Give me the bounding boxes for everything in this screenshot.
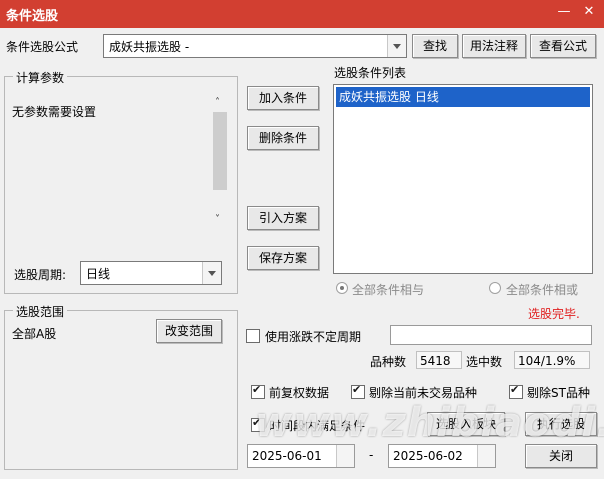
end-date-input[interactable]: 2025-06-02 (388, 444, 496, 468)
date-separator: - (369, 448, 374, 462)
view-formula-button[interactable]: 查看公式 (530, 34, 596, 58)
status-text: 选股完毕. (528, 307, 580, 321)
use-period-checkbox[interactable] (246, 329, 260, 343)
close-icon[interactable]: ✕ (580, 3, 598, 21)
usage-notes-button[interactable]: 用法注释 (462, 34, 526, 58)
formula-value: 成妖共振选股 - (109, 40, 190, 54)
calendar-dropdown-icon[interactable] (336, 445, 354, 467)
title-bar: 条件选股 — ✕ (0, 0, 604, 28)
find-button[interactable]: 查找 (412, 34, 458, 58)
use-period-label: 使用涨跌不定周期 (265, 330, 362, 344)
delete-condition-button[interactable]: 删除条件 (247, 126, 319, 150)
calendar-dropdown-icon[interactable] (477, 445, 495, 467)
formula-label: 条件选股公式 (6, 40, 79, 54)
scope-legend: 选股范围 (13, 303, 68, 320)
and-radio[interactable] (336, 282, 348, 294)
params-legend: 计算参数 (13, 69, 68, 86)
exclude-untraded-checkbox[interactable] (351, 383, 365, 399)
period-input[interactable] (390, 325, 592, 345)
condition-list-item[interactable]: 成妖共振选股 日线 (336, 87, 590, 107)
condition-stock-picker-window: 条件选股 — ✕ 条件选股公式 成妖共振选股 - 查找 用法注释 查看公式 计算… (0, 0, 604, 479)
forward-adjust-label: 前复权数据 (269, 386, 330, 400)
count-label: 品种数 (370, 355, 407, 369)
scope-value: 全部A股 (12, 327, 57, 341)
selected-label: 选中数 (466, 355, 503, 369)
and-radio-label: 全部条件相与 (352, 283, 425, 297)
import-scheme-button[interactable]: 引入方案 (247, 206, 319, 230)
formula-select[interactable]: 成妖共振选股 - (103, 34, 407, 58)
exclude-untraded-label: 剔除当前未交易品种 (369, 386, 478, 400)
start-date-input[interactable]: 2025-06-01 (247, 444, 355, 468)
condition-list[interactable]: 成妖共振选股 日线 (333, 84, 593, 274)
period-value: 日线 (86, 267, 111, 281)
or-radio-label: 全部条件相或 (506, 283, 579, 297)
params-scrollbar[interactable]: ˄ ˅ (212, 96, 228, 230)
chevron-down-icon[interactable] (387, 35, 406, 57)
exclude-st-label: 剔除ST品种 (527, 386, 590, 400)
change-scope-button[interactable]: 改变范围 (156, 319, 222, 343)
forward-adjust-checkbox[interactable] (251, 383, 265, 399)
chevron-down-icon[interactable] (202, 262, 221, 284)
save-scheme-button[interactable]: 保存方案 (247, 246, 319, 270)
period-label: 选股周期: (14, 268, 67, 282)
chevron-down-icon[interactable]: ˅ (215, 214, 220, 225)
exclude-st-checkbox[interactable] (509, 383, 523, 399)
or-radio[interactable] (489, 282, 501, 294)
watermark: www.zhibiaodi.com (255, 400, 604, 446)
add-condition-button[interactable]: 加入条件 (247, 86, 319, 110)
minimize-icon[interactable]: — (555, 3, 573, 21)
selected-value: 104/1.9% (514, 351, 590, 369)
start-date-value: 2025-06-01 (252, 449, 322, 463)
condition-list-title: 选股条件列表 (334, 66, 407, 80)
chevron-up-icon[interactable]: ˄ (215, 97, 220, 108)
scrollbar-thumb[interactable] (213, 112, 227, 190)
close-button[interactable]: 关闭 (525, 444, 597, 468)
end-date-value: 2025-06-02 (393, 449, 463, 463)
params-message: 无参数需要设置 (12, 105, 97, 119)
count-value: 5418 (416, 351, 462, 369)
window-title: 条件选股 (6, 9, 59, 24)
period-select[interactable]: 日线 (80, 261, 222, 285)
